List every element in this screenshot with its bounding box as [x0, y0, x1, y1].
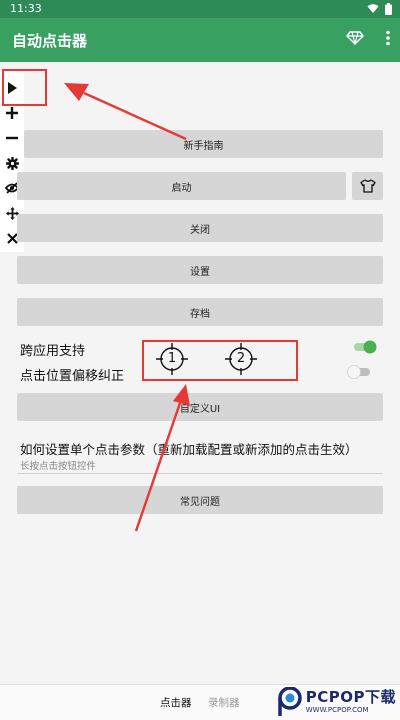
battery-icon: [385, 3, 392, 15]
gear-icon[interactable]: [4, 155, 20, 171]
annotation-arrow-head-1: [64, 83, 89, 101]
tab-clicker[interactable]: 点击器: [160, 695, 192, 710]
shirt-icon: [359, 179, 376, 193]
offset-fix-toggle[interactable]: [347, 365, 371, 379]
close-button[interactable]: 关闭: [17, 214, 383, 242]
skin-button[interactable]: [352, 172, 383, 200]
play-icon[interactable]: [4, 80, 20, 96]
diamond-icon[interactable]: [346, 30, 364, 46]
cross-app-label: 跨应用支持: [20, 344, 86, 359]
pcpop-logo-icon: [278, 687, 302, 716]
status-bar: 11:33: [0, 0, 400, 18]
more-vert-icon[interactable]: [386, 30, 390, 46]
single-click-help-title: 如何设置单个点击参数（重新加载配置或新添加的点击生效）: [20, 442, 358, 457]
app-bar: 自动点击器: [0, 18, 400, 62]
main-content: 新手指南 启动 关闭 设置 存档 跨应用支持 点击位置偏移纠正 1 2 自定义U…: [0, 62, 400, 684]
app-actions: [346, 30, 390, 46]
watermark-brand: PCPOP下载: [305, 688, 396, 706]
watermark: PCPOP下载 WWW.PCPOP.COM: [277, 684, 396, 720]
wifi-icon: [367, 4, 379, 13]
save-button[interactable]: 存档: [17, 298, 383, 326]
start-button[interactable]: 启动: [17, 172, 346, 200]
minus-icon[interactable]: [4, 130, 20, 146]
status-icons: [367, 3, 392, 15]
click-marker-2-label: 2: [236, 351, 246, 366]
guide-button[interactable]: 新手指南: [24, 130, 383, 158]
annotation-box-markers: [142, 340, 298, 381]
watermark-url: WWW.PCPOP.COM: [305, 706, 369, 714]
watermark-text: PCPOP下载 WWW.PCPOP.COM: [306, 690, 396, 714]
settings-button[interactable]: 设置: [17, 256, 383, 284]
app-title: 自动点击器: [12, 32, 88, 50]
click-marker-2[interactable]: 2: [225, 343, 257, 375]
click-marker-1-label: 1: [167, 351, 177, 366]
click-marker-1[interactable]: 1: [156, 343, 188, 375]
status-time: 11:33: [10, 2, 42, 15]
single-click-help-subtitle: 长按点击按钮控件: [20, 461, 97, 472]
plus-icon[interactable]: [4, 105, 20, 121]
tab-recorder[interactable]: 录制器: [208, 695, 240, 710]
custom-ui-button[interactable]: 自定义UI: [17, 393, 383, 421]
faq-button[interactable]: 常见问题: [17, 486, 383, 514]
offset-fix-label: 点击位置偏移纠正: [20, 369, 125, 384]
divider: [17, 473, 383, 474]
cross-app-toggle[interactable]: [353, 340, 377, 354]
